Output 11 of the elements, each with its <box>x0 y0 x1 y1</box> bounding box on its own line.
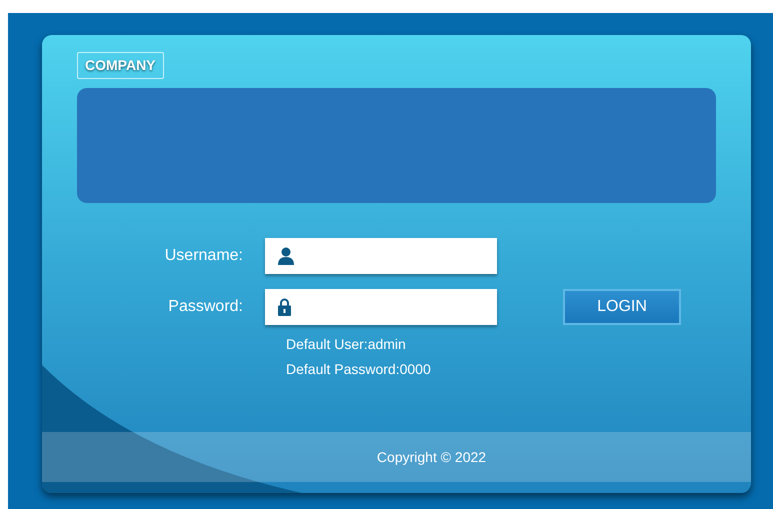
field-label: Username: <box>164 246 244 266</box>
password-field[interactable] <box>265 289 497 325</box>
lock-icon <box>278 298 291 316</box>
field-label: Password: <box>167 297 244 317</box>
username-field[interactable] <box>265 238 497 274</box>
login-button[interactable]: LOGIN <box>563 289 681 325</box>
user-icon <box>278 247 294 265</box>
copyright-text: Copyright © 2022 <box>376 448 486 467</box>
hint-text: Default Password:0000 <box>286 361 432 378</box>
company-logo: COMPANY <box>77 52 164 79</box>
hint-text: Default User:admin <box>286 336 407 353</box>
